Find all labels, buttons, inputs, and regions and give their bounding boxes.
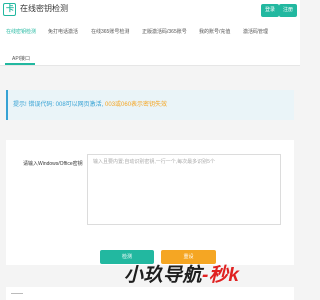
nav-item-api[interactable]: API接口 [12, 55, 30, 63]
logo-glyph: 卡 [6, 4, 14, 13]
reset-button[interactable]: 重设 [161, 250, 216, 264]
register-button[interactable]: 注册 [279, 4, 298, 17]
watermark-logo: 小玖导航-秒k [124, 263, 239, 289]
tip-text: 提示! 错误代码: 008可以网页激活, 003或060表示密钥失效 [13, 101, 167, 109]
tip-code-003: 003或060表示密钥失效 [105, 102, 168, 108]
tip-code-008: 008可以网页激活, [55, 102, 106, 108]
logo-icon[interactable]: 卡 [3, 3, 16, 16]
site-title[interactable]: 在线密钥检测 [20, 4, 68, 14]
check-button[interactable]: 检测 [100, 250, 154, 264]
tip-banner: 提示! 错误代码: 008可以网页激活, 003或060表示密钥失效 [6, 90, 294, 120]
nav-item-phone-free-activation[interactable]: 免打电话激活 [48, 28, 78, 36]
nav-item-code-management[interactable]: 激活码管理 [243, 28, 268, 36]
main-nav: 在线密钥检测 免打电话激活 在线365账号检测 正版激活码/365账号 我的账号… [0, 22, 300, 66]
nav-item-genuine-codes[interactable]: 正版激活码/365账号 [142, 28, 187, 36]
nav-item-365-account-check[interactable]: 在线365账号检测 [91, 28, 129, 36]
header-bar: 卡 在线密钥检测 登录 注册 [0, 0, 300, 22]
key-field-label: 请输入Windows/Office密钥 [23, 161, 83, 167]
footer-mark [11, 293, 23, 295]
key-check-form: 请输入Windows/Office密钥 检测 重设 [6, 140, 294, 265]
nav-divider [0, 65, 300, 66]
login-button[interactable]: 登录 [261, 4, 280, 17]
key-input[interactable] [87, 154, 281, 225]
nav-item-my-account[interactable]: 我的账号/充值 [199, 28, 230, 36]
nav-item-online-key-check[interactable]: 在线密钥检测 [6, 28, 36, 36]
tip-prefix: 提示! 错误代码: [13, 102, 56, 108]
watermark-part2: -秒k [202, 265, 240, 286]
watermark-part1: 小玖导航 [124, 265, 203, 286]
